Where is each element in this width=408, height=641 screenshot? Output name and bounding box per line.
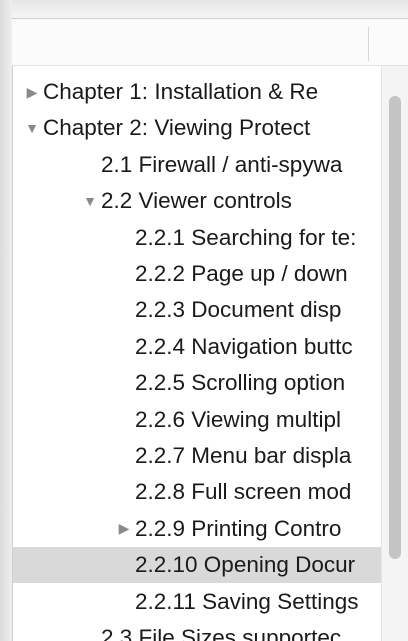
disclosure-collapsed-icon[interactable]: ▶ — [115, 520, 133, 537]
toc-item[interactable]: ▼ 2.2 Viewer controls — [13, 183, 408, 219]
toc-item-label: 2.2.7 Menu bar displa — [135, 443, 352, 468]
toc-item[interactable]: 2.2.3 Document disp — [13, 292, 408, 328]
toc-item[interactable]: 2.2.7 Menu bar displa — [13, 438, 408, 474]
toc-item-label: 2.2.9 Printing Contro — [135, 515, 342, 541]
toc-item[interactable]: 2.3 File Sizes supportec — [13, 620, 408, 641]
toc-item-label: 2.1 Firewall / anti-spywa — [101, 151, 343, 177]
toc-item[interactable]: 2.2.6 Viewing multipl — [13, 402, 408, 438]
vertical-scrollbar[interactable] — [381, 66, 408, 641]
toc-item[interactable]: 2.2.5 Scrolling option — [13, 365, 408, 401]
toc-item[interactable]: 2.1 Firewall / anti-spywa — [13, 147, 408, 183]
toc-item-label: 2.2.3 Document disp — [135, 297, 342, 323]
toc-item-label: Chapter 2: Viewing Protect — [43, 115, 311, 141]
header-column-divider[interactable] — [368, 27, 369, 61]
toc-item[interactable]: ▶ Chapter 1: Installation & Re — [13, 74, 408, 110]
toc-item-label: 2.2.2 Page up / down — [135, 261, 348, 286]
toc-item-label: 2.2.8 Full screen mod — [135, 479, 352, 505]
disclosure-collapsed-icon[interactable]: ▶ — [23, 84, 41, 101]
toc-panel: ▶ Chapter 1: Installation & Re ▼ Chapter 2:… — [0, 0, 408, 641]
disclosure-expanded-icon[interactable]: ▼ — [23, 120, 41, 136]
toc-item-label: 2.2.1 Searching for te: — [135, 224, 357, 250]
toc-item-label: Chapter 1: Installation & Re — [43, 79, 319, 104]
toc-item[interactable]: 2.2.4 Navigation buttc — [13, 329, 408, 365]
list-header — [12, 18, 408, 66]
toc-item[interactable]: 2.2.10 Opening Docur — [13, 547, 408, 584]
scrollbar-thumb[interactable] — [389, 96, 401, 559]
toc-item-label: 2.3 File Sizes supportec — [101, 625, 342, 641]
toc-item-label: 2.2.4 Navigation buttc — [135, 333, 353, 359]
disclosure-expanded-icon[interactable]: ▼ — [81, 193, 99, 209]
toc-item[interactable]: ▶ 2.2.9 Printing Contro — [13, 511, 408, 547]
toc-item-label: 2.2.6 Viewing multipl — [135, 406, 341, 432]
toc-item[interactable]: 2.2.2 Page up / down — [13, 256, 408, 292]
toc-outline-list[interactable]: ▶ Chapter 1: Installation & Re ▼ Chapter 2:… — [12, 66, 408, 641]
toc-item-label: 2.2.11 Saving Settings — [135, 588, 359, 614]
left-edge-shadow — [0, 0, 12, 641]
toc-item[interactable]: 2.2.1 Searching for te: — [13, 220, 408, 256]
toc-item-label: 2.2.5 Scrolling option — [135, 370, 346, 396]
toc-item[interactable]: 2.2.11 Saving Settings — [13, 584, 408, 620]
toc-item-label: 2.2 Viewer controls — [101, 188, 292, 214]
toc-item[interactable]: ▼ Chapter 2: Viewing Protect — [13, 110, 408, 146]
toc-item[interactable]: 2.2.8 Full screen mod — [13, 474, 408, 510]
top-edge-shadow — [0, 0, 408, 18]
toc-item-label: 2.2.10 Opening Docur — [135, 552, 356, 578]
